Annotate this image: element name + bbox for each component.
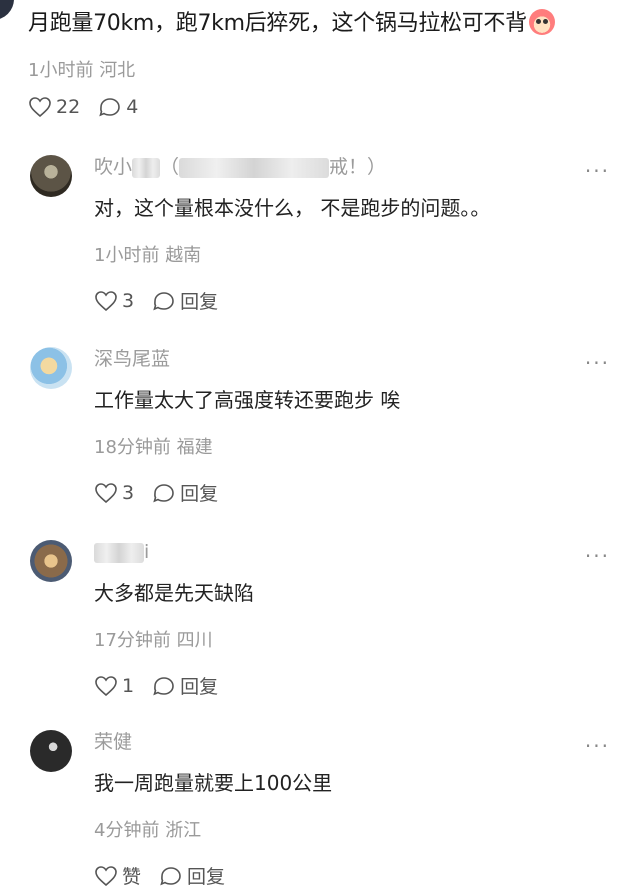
reply-label: 回复 bbox=[180, 291, 219, 313]
reply-button[interactable]: 回复 bbox=[152, 287, 218, 314]
reply-time: 4分钟前 bbox=[94, 820, 160, 841]
like-button[interactable]: 3 bbox=[94, 482, 134, 504]
like-button[interactable]: 3 bbox=[94, 290, 134, 312]
avatar[interactable] bbox=[30, 347, 72, 389]
blurred-name bbox=[179, 157, 330, 178]
reply-button[interactable]: 回复 bbox=[159, 862, 225, 889]
more-options-icon[interactable]: ··· bbox=[585, 351, 610, 375]
reply-text: 工作量太大了高强度转还要跑步 唉 bbox=[94, 388, 401, 412]
heart-icon bbox=[29, 97, 51, 118]
reply-author-name[interactable]: 荣健 bbox=[94, 731, 132, 753]
heart-icon bbox=[95, 675, 117, 696]
reply-location: 福建 bbox=[176, 437, 213, 458]
reply-button[interactable]: 回复 bbox=[152, 479, 218, 506]
reply-label: 回复 bbox=[180, 483, 219, 505]
reply-text: 大多都是先天缺陷 bbox=[94, 581, 254, 605]
heart-icon bbox=[95, 482, 117, 503]
reply-author-name[interactable]: i bbox=[144, 541, 149, 563]
more-options-icon[interactable]: ··· bbox=[585, 544, 610, 568]
main-comment-time: 1小时前 bbox=[28, 60, 94, 81]
comment-bubble-icon bbox=[160, 866, 181, 885]
avatar[interactable] bbox=[30, 730, 72, 772]
comment-bubble-icon bbox=[99, 98, 120, 117]
reply-location: 浙江 bbox=[165, 820, 202, 841]
comment-button[interactable]: 4 bbox=[98, 96, 138, 118]
clown-face-icon bbox=[528, 9, 555, 35]
reply-time: 1小时前 bbox=[94, 245, 160, 266]
like-count: 3 bbox=[122, 289, 135, 312]
avatar[interactable] bbox=[30, 155, 72, 197]
reply-time: 17分钟前 bbox=[94, 630, 171, 651]
more-options-icon[interactable]: ··· bbox=[585, 159, 610, 183]
reply-text: 我一周跑量就要上100公里 bbox=[94, 771, 333, 795]
comment-bubble-icon bbox=[153, 483, 174, 502]
reply-label: 回复 bbox=[180, 676, 219, 698]
main-comment: 月跑量70km，跑7km后猝死，这个锅马拉松可不背 1小时前 河北 22 4 bbox=[28, 6, 626, 118]
heart-icon bbox=[95, 290, 117, 311]
main-comment-text: 月跑量70km，跑7km后猝死，这个锅马拉松可不背 bbox=[28, 11, 527, 36]
heart-icon bbox=[95, 865, 117, 886]
like-count: 3 bbox=[122, 481, 135, 504]
reply-time: 18分钟前 bbox=[94, 437, 171, 458]
comment-bubble-icon bbox=[153, 676, 174, 695]
reply-location: 越南 bbox=[165, 245, 202, 266]
comment-bubble-icon bbox=[153, 291, 174, 310]
reply-author-name-tail: 戒！） bbox=[329, 156, 387, 178]
reply-author-name[interactable]: 吹小 bbox=[94, 156, 132, 178]
more-options-icon[interactable]: ··· bbox=[585, 734, 610, 758]
comment-count: 4 bbox=[126, 96, 139, 118]
main-comment-location: 河北 bbox=[99, 60, 136, 81]
blurred-name bbox=[132, 157, 161, 178]
avatar[interactable] bbox=[30, 540, 72, 582]
like-button[interactable]: 1 bbox=[94, 675, 134, 697]
reply-location: 四川 bbox=[176, 630, 213, 651]
like-count: 1 bbox=[122, 674, 135, 697]
reply-text: 对，这个量根本没什么， 不是跑步的问题。。 bbox=[94, 196, 491, 220]
like-count: 22 bbox=[56, 96, 81, 118]
like-label: 赞 bbox=[122, 866, 142, 888]
reply-author-name[interactable]: 深鸟尾蓝 bbox=[94, 348, 170, 370]
reply-button[interactable]: 回复 bbox=[152, 672, 218, 699]
reply-label: 回复 bbox=[187, 866, 226, 888]
blurred-name bbox=[94, 542, 144, 563]
like-button[interactable]: 赞 bbox=[94, 862, 141, 889]
like-button[interactable]: 22 bbox=[28, 96, 80, 118]
author-avatar-partial[interactable] bbox=[0, 0, 14, 20]
reply-author-name-suffix: （ bbox=[160, 156, 180, 178]
